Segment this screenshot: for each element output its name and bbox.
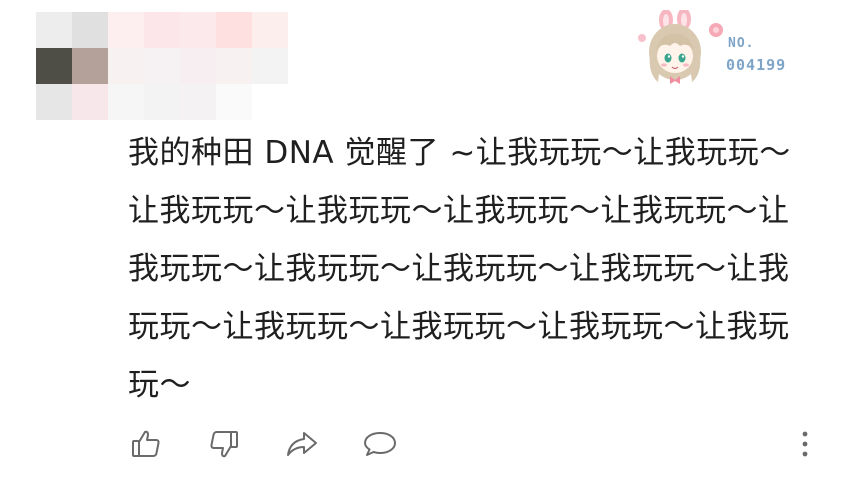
fan-badge: NO. 004199 xyxy=(632,10,812,88)
share-button[interactable] xyxy=(282,424,322,464)
more-vertical-icon xyxy=(802,431,808,457)
blurred-avatar-mosaic xyxy=(36,12,324,120)
reply-button[interactable] xyxy=(360,424,400,464)
badge-label: NO. xyxy=(728,36,755,51)
more-options-button[interactable] xyxy=(788,424,822,464)
share-icon xyxy=(287,432,317,456)
anime-girl-badge-icon xyxy=(638,10,723,84)
comment-icon xyxy=(364,432,396,456)
comment-action-bar xyxy=(124,424,824,468)
badge-number: 004199 xyxy=(726,56,787,74)
like-button[interactable] xyxy=(126,424,166,464)
dislike-button[interactable] xyxy=(204,424,244,464)
comment-text: 我的种田 DNA 觉醒了 ~让我玩玩～让我玩玩～让我玩玩～让我玩玩～让我玩玩～让… xyxy=(128,135,791,403)
thumbs-up-icon xyxy=(132,430,160,457)
thumbs-down-icon xyxy=(210,431,238,458)
